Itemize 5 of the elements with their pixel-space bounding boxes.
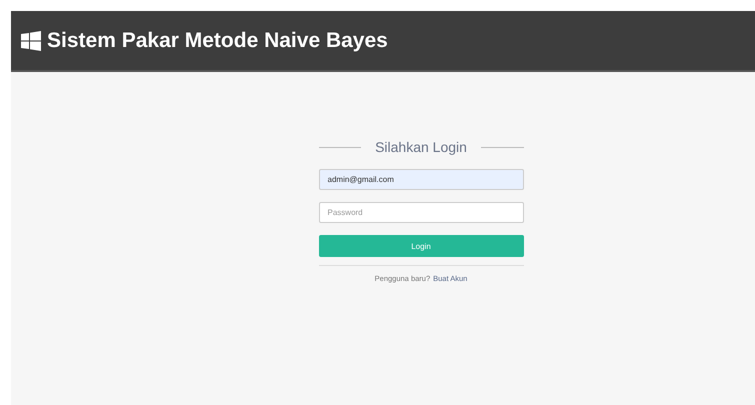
password-field[interactable]: Password <box>318 202 524 223</box>
email-field[interactable]: admin@gmail.com <box>318 169 524 190</box>
app-title: Sistem Pakar Metode Naive Bayes <box>47 28 388 52</box>
windows-logo-icon <box>21 30 41 50</box>
login-heading: Silahkan Login <box>375 139 467 155</box>
